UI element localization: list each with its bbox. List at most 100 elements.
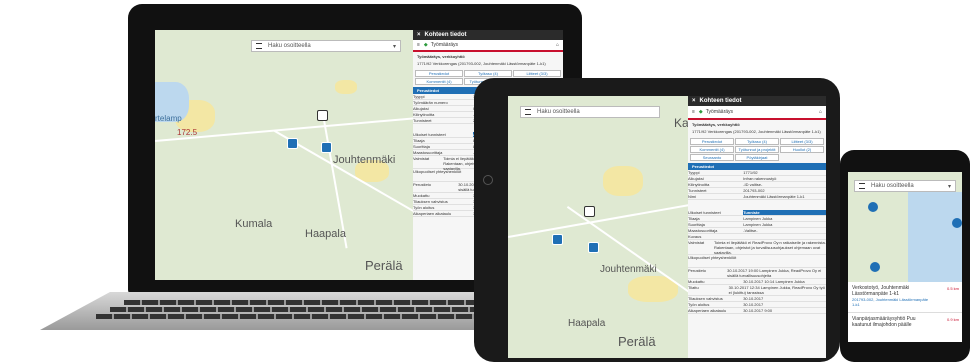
place-label: Jouhtenmäki (333, 154, 396, 166)
lake-label: rtelamp (155, 114, 182, 123)
road (566, 206, 691, 294)
field-label: Tyyppi (688, 170, 700, 175)
menu-icon[interactable] (525, 109, 531, 115)
search-bar[interactable]: Haku osoitteella ▾ (854, 180, 956, 192)
date-input[interactable]: 30.10.2017 (743, 296, 763, 301)
menu-icon[interactable] (859, 183, 865, 189)
tab-tyotaso[interactable]: Työtaso (4) (464, 70, 512, 77)
tab-kommentit[interactable]: Kommentit (4) (690, 146, 734, 153)
tab-grid: Perustiedot Työtaso (4) Liitteet (3/3) K… (688, 136, 826, 163)
field-label: Tunnisteet (413, 118, 432, 123)
cluster-marker[interactable] (870, 262, 880, 272)
log-line: 30.10.2017 12:34 Lampinen Jukka, ReadPro… (728, 285, 825, 295)
field-select[interactable]: Infran rakennustyö (743, 176, 776, 181)
tab-perustiedot[interactable]: Perustiedot (415, 70, 463, 77)
work-order-marker[interactable] (321, 142, 332, 153)
close-icon[interactable]: × (417, 32, 421, 38)
tab-poytakirjaat[interactable]: Pöytäkirjaat (735, 154, 779, 161)
field-label: Maastosuorittaja (688, 228, 718, 233)
field-label: Maastosuorittaja (413, 150, 443, 155)
field-row: Valmistat Toimia ei liepätäkö ei ReadProv… (688, 240, 826, 255)
panel-toolbar: ≡ ◆ Työmääräys ⌂ (413, 40, 563, 52)
app-logo-icon: ◆ (423, 42, 428, 48)
field-value[interactable]: Jouhtenmäki Lässtörmanpäte 1-k1 (743, 194, 804, 199)
work-order-marker[interactable] (287, 138, 298, 149)
selected-marker[interactable] (317, 110, 328, 121)
field-label: Tunnisteet (688, 188, 707, 193)
panel-toolbar: ≡ ◆ Työmääräys ⌂ (688, 106, 826, 120)
tab-huollot[interactable]: Huollot (2) (780, 146, 824, 153)
place-label: Jouhtenmäki (600, 264, 657, 275)
phone-screen: Haku osoitteella ▾ Verkostotyö, Jouhtenm… (848, 172, 962, 342)
field-textarea[interactable]: Toimia ei liepätäkö ei ReadProvo Oy:n ra… (714, 240, 826, 255)
field-label: Valmistat (688, 240, 705, 245)
field-label: Aikaperiaen aikataulu (688, 308, 727, 313)
date-input[interactable]: 30.10.2017 9:00 (743, 308, 772, 313)
work-order-marker[interactable] (588, 242, 599, 253)
panel-title: Kohteen tiedot (699, 98, 742, 104)
field-area (603, 166, 643, 196)
search-input[interactable]: Haku osoitteella (871, 183, 914, 189)
field-value[interactable]: 201793-002 (743, 188, 764, 193)
field-label: Tilauksen vahvistus (688, 296, 723, 301)
field-label: Ulkopuoliset yhteyshenkilöt (688, 255, 737, 260)
field-row: Ulkopuoliset yhteyshenkilöt (688, 255, 826, 268)
field-select[interactable]: -Valitse- (743, 228, 757, 233)
field-label: Kilinytinoitta (413, 112, 435, 117)
search-input[interactable]: Haku osoitteella (537, 109, 580, 115)
lake (908, 192, 962, 282)
distance-label: 0.9 km (946, 317, 959, 322)
panel-header: × Kohteen tiedot (688, 96, 826, 106)
field-label: Tilauksen vahvistus (413, 199, 448, 204)
search-bar[interactable]: Haku osoitteella ▾ (251, 40, 401, 52)
selected-marker[interactable] (584, 206, 595, 217)
app-name: Työmääräys (705, 109, 734, 115)
chevron-down-icon[interactable]: ▾ (948, 183, 951, 190)
cluster-marker[interactable] (952, 218, 962, 228)
log-line: 30.10.2017 19:00 Lampinen Jukka, ReadPro… (727, 268, 822, 278)
close-icon[interactable]: × (692, 98, 696, 104)
search-bar[interactable]: Haku osoitteella (520, 106, 660, 118)
tab-kommentit[interactable]: Kommentit (4) (415, 78, 463, 85)
field-label: Nimi (688, 194, 696, 199)
panel-header: × Kohteen tiedot (413, 30, 563, 40)
field-label: Tyyppi (413, 94, 425, 99)
section-header: Perustiedot (688, 163, 826, 170)
place-label: Perälä (618, 334, 656, 349)
tablet-home-button[interactable] (483, 175, 493, 185)
cluster-marker[interactable] (868, 202, 878, 212)
field-value: 1771/92 (743, 170, 758, 175)
tab-tyotaso[interactable]: Työtaso (4) (735, 138, 779, 145)
field-row: Perustieto 30.10.2017 19:00 Lampinen Jukk… (688, 268, 826, 279)
home-icon[interactable]: ⌂ (556, 42, 559, 48)
panel-subtitle: Työmääräys, verkkoyhtiö (417, 54, 465, 59)
list-item-title: Verkostotyö, Jouhtenmäki Lässtörmanpäte … (852, 285, 910, 297)
field-label: Ulkoiset tunnisteet (413, 132, 446, 137)
menu-icon[interactable]: ≡ (417, 42, 420, 48)
work-order-marker[interactable] (552, 234, 563, 245)
list-item[interactable]: Vianpärjasmääräysyhtiö Puu kaatunut ilma… (848, 313, 962, 342)
tab-seuraanto[interactable]: Seuraanto (690, 154, 734, 161)
field-label: Alkujaksi (413, 106, 429, 111)
tab-tyotunnut[interactable]: Työtunnut ja projektit (735, 146, 779, 153)
field-label: Aikaperiaen aikataulu (413, 211, 452, 216)
app-logo-icon: ◆ (698, 109, 703, 115)
field-select[interactable]: Lampinen Jukka (743, 216, 772, 221)
field-label: Suorittaja (688, 222, 705, 227)
field-row: Tilattu 30.10.2017 12:34 Lampinen Jukka, … (688, 285, 826, 296)
field-select[interactable]: -ID valitse- (743, 182, 762, 187)
home-icon[interactable]: ⌂ (819, 109, 822, 115)
menu-icon[interactable] (256, 43, 262, 49)
tab-perustiedot[interactable]: Perustiedot (690, 138, 734, 145)
list-item-link[interactable]: 201793-002, Jouhtenmäki Lässtörmanpäte 1… (852, 297, 932, 307)
field-select[interactable]: Lampinen Jukka (743, 222, 772, 227)
chevron-down-icon[interactable]: ▾ (393, 43, 396, 50)
tab-liitteet[interactable]: Liitteet (3/3) (780, 138, 824, 145)
tab-liitteet[interactable]: Liitteet (3/3) (513, 70, 561, 77)
list-item[interactable]: Verkostotyö, Jouhtenmäki Lässtörmanpäte … (848, 282, 962, 313)
search-input[interactable]: Haku osoitteella (268, 43, 311, 49)
date-input[interactable]: 30.10.2017 (743, 302, 763, 307)
panel-title: Kohteen tiedot (424, 32, 467, 38)
menu-icon[interactable]: ≡ (692, 109, 695, 115)
place-label: Haapala (568, 318, 606, 329)
